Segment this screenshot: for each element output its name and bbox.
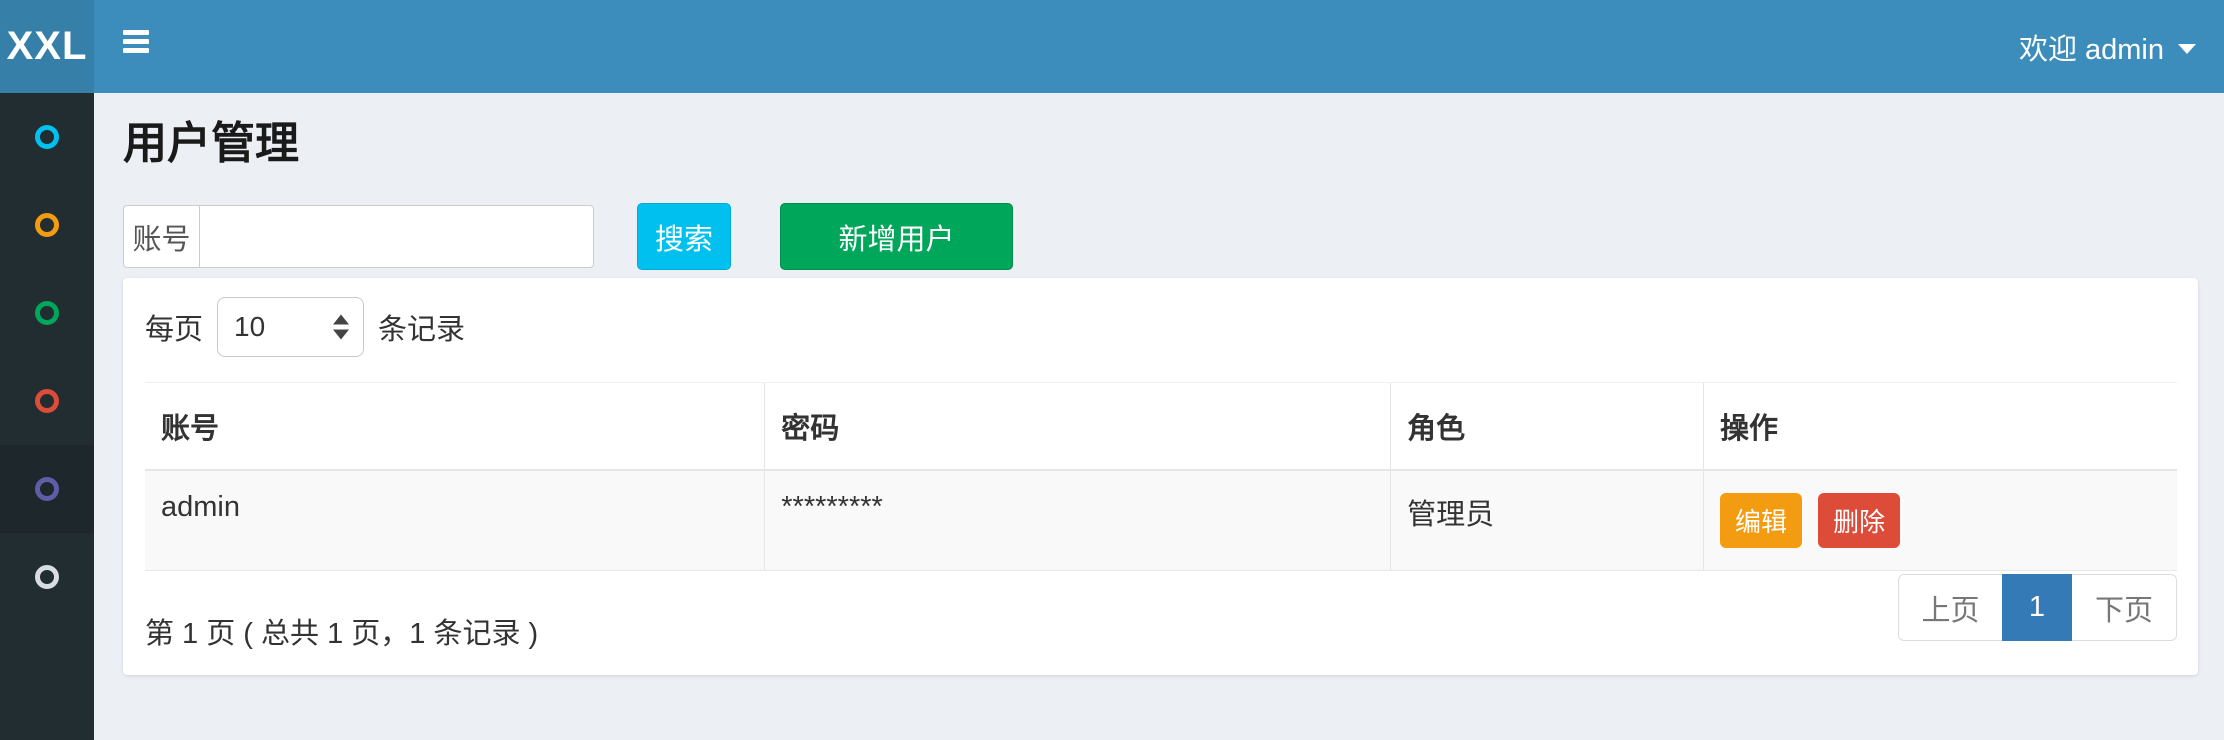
column-header-actions[interactable]: 操作 [1704,383,2177,471]
edit-button[interactable]: 编辑 [1720,493,1802,548]
circle-icon-green [35,301,59,325]
sidebar-item-4[interactable] [0,357,94,445]
table-row: admin ********* 管理员 编辑 删除 [145,470,2177,570]
chevron-down-icon [2178,44,2196,54]
page-title: 用户管理 [123,107,299,171]
page-size-row: 每页 10 条记录 [145,296,465,358]
sidebar-item-3[interactable] [0,269,94,357]
page-size-suffix: 条记录 [378,306,465,348]
prev-page-button[interactable]: 上页 [1898,574,2002,641]
cell-role: 管理员 [1391,470,1704,570]
sidebar-nav [0,93,94,740]
sidebar-item-6[interactable] [0,533,94,621]
column-header-password[interactable]: 密码 [765,383,1391,471]
account-search-group: 账号 [123,205,594,268]
select-stepper-icon [333,315,349,340]
user-table-panel: 每页 10 条记录 账号 密码 角色 操作 admin [123,278,2198,675]
circle-icon-purple [35,477,59,501]
delete-button[interactable]: 删除 [1818,493,1900,548]
circle-icon-aqua [35,125,59,149]
page-size-prefix: 每页 [145,306,203,348]
pagination: 上页 1 下页 [1898,574,2177,641]
circle-icon-white [35,565,59,589]
search-button[interactable]: 搜索 [637,203,731,270]
account-field-label: 账号 [123,205,199,268]
column-header-account[interactable]: 账号 [145,383,765,471]
current-page-button[interactable]: 1 [2002,574,2072,641]
sidebar-item-1[interactable] [0,93,94,181]
app-logo[interactable]: XXL [0,0,94,93]
next-page-button[interactable]: 下页 [2072,574,2177,641]
circle-icon-orange [35,213,59,237]
top-navbar: XXL 欢迎 admin [0,0,2224,93]
sidebar-item-5-active[interactable] [0,445,94,533]
account-search-input[interactable] [199,205,594,268]
main-content: 用户管理 账号 搜索 新增用户 每页 10 条记录 账号 密码 角色 [94,93,2224,740]
user-menu[interactable]: 欢迎 admin [2019,0,2196,93]
user-table: 账号 密码 角色 操作 admin ********* 管理员 编辑 删除 [145,382,2177,571]
circle-icon-red [35,389,59,413]
cell-actions: 编辑 删除 [1704,470,2177,570]
page-size-value: 10 [234,311,265,343]
add-user-button[interactable]: 新增用户 [780,203,1013,270]
page-size-select[interactable]: 10 [217,297,364,357]
column-header-role[interactable]: 角色 [1391,383,1704,471]
table-header-row: 账号 密码 角色 操作 [145,383,2177,471]
cell-account: admin [145,470,765,570]
sidebar-toggle-icon[interactable] [123,30,149,53]
sidebar-item-2[interactable] [0,181,94,269]
cell-password: ********* [765,470,1391,570]
welcome-label: 欢迎 admin [2019,26,2164,68]
pagination-summary: 第 1 页 ( 总共 1 页，1 条记录 ) [145,610,538,652]
